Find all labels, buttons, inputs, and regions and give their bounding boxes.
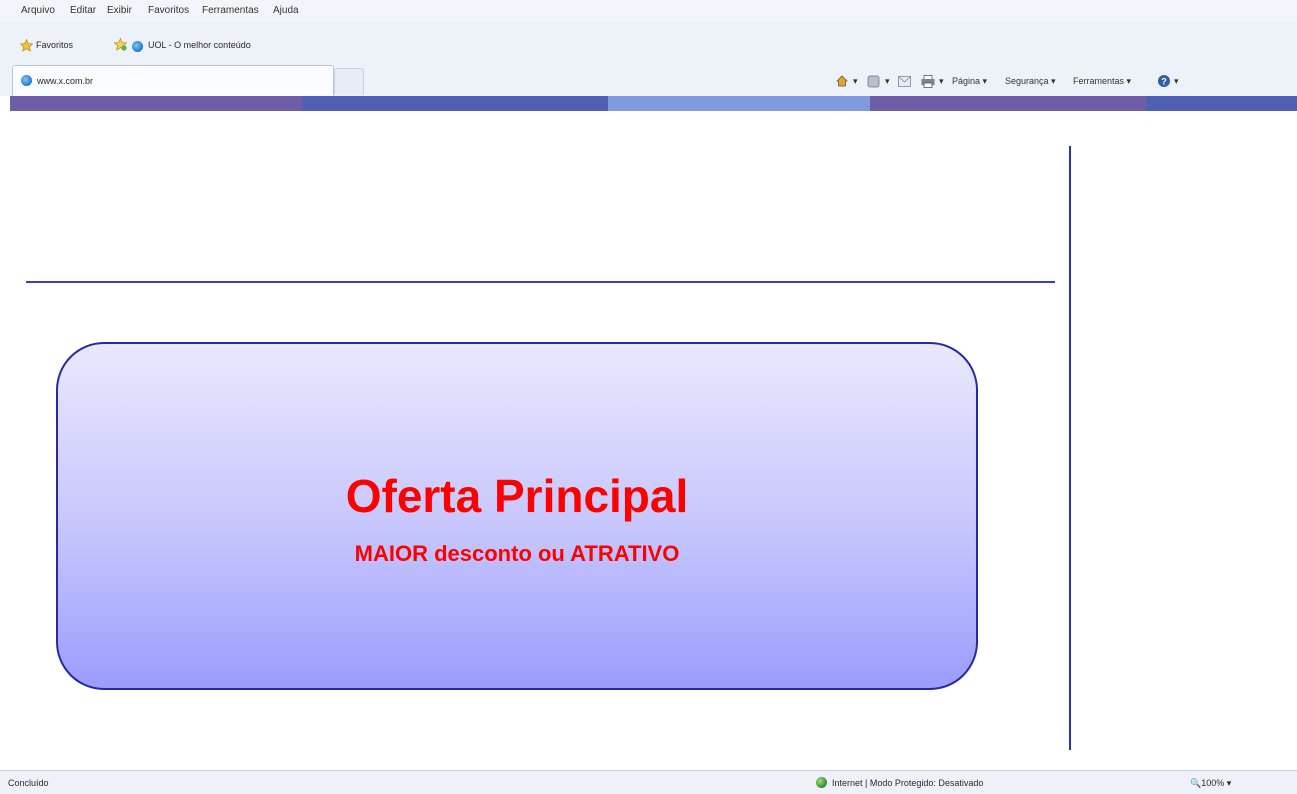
home-icon[interactable] [835, 74, 849, 88]
header-stripe-segment [10, 96, 302, 111]
tab-favicon-icon [21, 75, 32, 86]
svg-text:?: ? [1161, 77, 1167, 87]
offer-subtitle: MAIOR desconto ou ATRATIVO [354, 541, 680, 566]
tools-menu-label: Ferramentas [1073, 76, 1125, 86]
security-zone-text[interactable]: Internet | Modo Protegido: Desativado [832, 778, 983, 788]
print-icon[interactable] [921, 75, 935, 88]
home-dropdown[interactable]: ▾ [853, 76, 858, 87]
header-stripe-segment [870, 96, 1146, 111]
header-stripe-segment [302, 96, 608, 111]
header-stripe-segment [1146, 96, 1297, 111]
tab-active[interactable]: www.x.com.br [12, 65, 334, 96]
menu-favoritos[interactable]: Favoritos [148, 5, 189, 16]
menu-ajuda[interactable]: Ajuda [273, 5, 299, 16]
offer-title: Oferta Principal [345, 470, 689, 522]
favorites-button[interactable]: Favoritos [36, 40, 73, 50]
new-tab-button[interactable] [334, 68, 364, 95]
status-bar: Concluído Internet | Modo Protegido: Des… [0, 770, 1297, 794]
favorite-link-uol[interactable]: UOL - O melhor conteúdo [148, 40, 251, 50]
internet-zone-icon [816, 777, 827, 788]
menu-bar: Arquivo Editar Exibir Favoritos Ferramen… [0, 0, 1297, 22]
favorites-star-icon [20, 39, 33, 52]
page-menu-button[interactable]: Página ▾ [952, 76, 987, 87]
mail-icon[interactable] [898, 76, 911, 87]
print-dropdown[interactable]: ▾ [939, 76, 944, 87]
add-favorite-icon[interactable] [114, 38, 127, 51]
feeds-dropdown[interactable]: ▾ [885, 76, 890, 87]
page-menu-label: Página [952, 76, 981, 86]
vertical-divider [1069, 146, 1071, 750]
header-stripe-segment [608, 96, 870, 111]
zoom-level: 100% [1201, 778, 1225, 788]
menu-ferramentas[interactable]: Ferramentas [202, 5, 259, 16]
feeds-icon[interactable] [867, 75, 880, 88]
security-menu-label: Segurança [1005, 76, 1049, 86]
main-offer-box[interactable]: Oferta Principal MAIOR desconto ou ATRAT… [56, 342, 978, 690]
ie-page-icon [132, 41, 143, 52]
browser-chrome: Arquivo Editar Exibir Favoritos Ferramen… [0, 0, 1297, 96]
zoom-control[interactable]: 🔍100% ▾ [1190, 778, 1231, 789]
status-text: Concluído [8, 778, 49, 788]
zoom-icon: 🔍 [1190, 778, 1202, 788]
favorites-bar: Favoritos UOL - O melhor conteúdo [0, 32, 1297, 60]
tab-title: www.x.com.br [37, 76, 94, 86]
help-dropdown[interactable]: ▾ [1174, 76, 1179, 87]
help-icon[interactable]: ? [1157, 74, 1171, 88]
tools-menu-button[interactable]: Ferramentas ▾ [1073, 76, 1131, 87]
tab-row: www.x.com.br ▾ ▾ ▾ Página ▾ Segurança ▾ … [0, 60, 1297, 96]
menu-arquivo[interactable]: Arquivo [21, 5, 55, 16]
menu-editar[interactable]: Editar [70, 5, 96, 16]
security-menu-button[interactable]: Segurança ▾ [1005, 76, 1056, 87]
horizontal-divider [26, 281, 1055, 283]
menu-exibir[interactable]: Exibir [107, 5, 132, 16]
